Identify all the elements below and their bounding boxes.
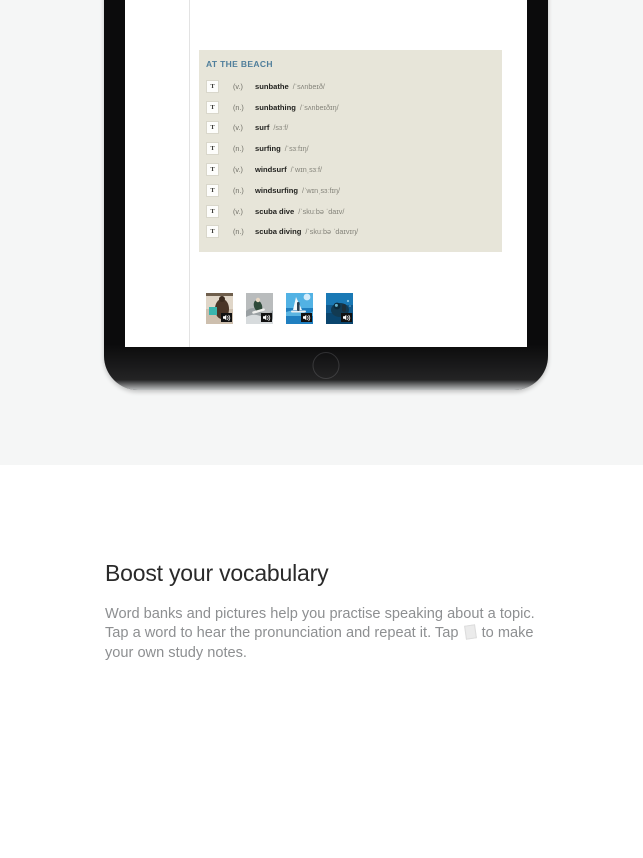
word-row[interactable]: T (n.) windsurfing /ˈwɪnˌsɜːfɪŋ/ (199, 180, 502, 201)
ipad-device: 35.6 + AT THE BEACH T (v.) sunbathe /ˈsʌ… (104, 0, 548, 390)
thumbnail-strip (206, 293, 353, 324)
word-pronunciation: /sɜːf/ (273, 123, 289, 133)
text-toggle-button[interactable]: T (206, 183, 219, 197)
word-row[interactable]: T (v.) sunbathe /ˈsʌnbeɪð/ (199, 76, 502, 97)
text-toggle-button[interactable]: T (206, 79, 219, 93)
word-row[interactable]: T (n.) scuba diving /ˈskuːbə ˈdaɪvɪŋ/ (199, 222, 502, 243)
thumbnail-scuba-diving[interactable] (326, 293, 353, 324)
word-pronunciation: /ˈwɪnˌsɜːfɪŋ/ (302, 185, 340, 195)
word-part-of-speech: (v.) (233, 81, 243, 91)
thumbnail-sunbathing[interactable] (206, 293, 233, 324)
text-toggle-button[interactable]: T (206, 100, 219, 114)
text-toggle-button[interactable]: T (206, 121, 219, 135)
word-part-of-speech: (n.) (233, 144, 244, 154)
speaker-icon[interactable] (341, 313, 352, 322)
speaker-icon[interactable] (261, 313, 272, 322)
word-part-of-speech: (n.) (233, 102, 244, 112)
text-toggle-button[interactable]: T (206, 163, 219, 177)
word-term[interactable]: scuba diving (255, 227, 301, 236)
word-row[interactable]: T (n.) surfing /ˈsɜːfɪŋ/ (199, 138, 502, 159)
speaker-icon[interactable] (221, 313, 232, 322)
tablet-screen[interactable]: 35.6 + AT THE BEACH T (v.) sunbathe /ˈsʌ… (125, 0, 527, 347)
thumbnail-windsurfing[interactable] (286, 293, 313, 324)
word-term[interactable]: sunbathe (255, 82, 289, 91)
word-pronunciation: /ˈsʌnbeɪðɪŋ/ (299, 102, 339, 112)
caption-block: Boost your vocabulary Word banks and pic… (105, 560, 545, 663)
caption-description: Word banks and pictures help you practis… (105, 605, 545, 663)
word-term[interactable]: surf (255, 123, 269, 132)
word-row[interactable]: T (v.) surf /sɜːf/ (199, 118, 502, 139)
page-gutter-divider (189, 0, 190, 347)
text-toggle-button[interactable]: T (206, 142, 219, 156)
word-pronunciation: /ˈwɪnˌsɜːf/ (290, 165, 323, 175)
text-toggle-button[interactable]: T (206, 204, 219, 218)
word-pronunciation: /ˈsɜːfɪŋ/ (284, 144, 309, 154)
page-title: Boost your vocabulary (105, 560, 329, 586)
word-row[interactable]: T (v.) windsurf /ˈwɪnˌsɜːf/ (199, 159, 502, 180)
word-pronunciation: /ˈskuːbə ˈdaɪvɪŋ/ (305, 227, 359, 237)
word-pronunciation: /ˈsʌnbeɪð/ (292, 81, 325, 91)
word-part-of-speech: (n.) (233, 227, 244, 237)
note-icon (463, 624, 477, 641)
text-toggle-button[interactable]: T (206, 225, 219, 239)
word-part-of-speech: (v.) (233, 123, 243, 133)
word-term[interactable]: surfing (255, 144, 281, 153)
word-term[interactable]: sunbathing (255, 103, 296, 112)
word-part-of-speech: (v.) (233, 206, 243, 216)
word-bank-title: AT THE BEACH (206, 59, 273, 69)
thumbnail-surfing[interactable] (246, 293, 273, 324)
word-row[interactable]: T (v.) scuba dive /ˈskuːbə ˈdaɪv/ (199, 201, 502, 222)
word-row[interactable]: T (n.) sunbathing /ˈsʌnbeɪðɪŋ/ (199, 97, 502, 118)
word-term[interactable]: windsurfing (255, 186, 298, 195)
word-part-of-speech: (n.) (233, 185, 244, 195)
word-part-of-speech: (v.) (233, 165, 243, 175)
home-button[interactable] (312, 352, 340, 379)
word-pronunciation: /ˈskuːbə ˈdaɪv/ (298, 206, 345, 216)
word-bank-panel: AT THE BEACH T (v.) sunbathe /ˈsʌnbeɪð/ … (199, 50, 502, 253)
hero-band: 35.6 + AT THE BEACH T (v.) sunbathe /ˈsʌ… (0, 0, 643, 465)
speaker-icon[interactable] (301, 313, 312, 322)
word-term[interactable]: windsurf (255, 165, 287, 174)
word-term[interactable]: scuba dive (255, 207, 294, 216)
